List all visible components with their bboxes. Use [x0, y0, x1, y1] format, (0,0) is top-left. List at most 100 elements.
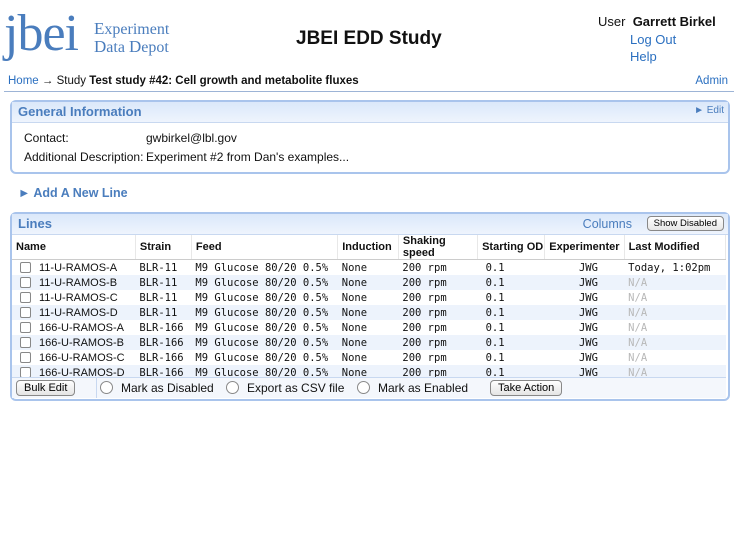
column-header-starting-od[interactable]: Starting OD	[477, 235, 546, 260]
cell-starting-od: 0.1	[477, 305, 545, 320]
cell-shaking-speed: 200 rpm	[398, 275, 478, 290]
cell-feed: M9 Glucose 80/20 0.5%	[191, 305, 338, 320]
cell-name: 166-U-RAMOS-C	[12, 350, 135, 365]
cell-name: 11-U-RAMOS-B	[12, 275, 136, 290]
description-value: Experiment #2 from Dan's examples...	[146, 150, 350, 164]
line-name: 166-U-RAMOS-C	[39, 351, 125, 364]
admin-link[interactable]: Admin	[695, 75, 728, 87]
row-checkbox[interactable]	[20, 322, 31, 334]
cell-last-modified: N/A	[628, 321, 648, 334]
lines-table: Name Strain Feed Induction Shaking speed Star…	[12, 235, 727, 380]
column-header-experimenter[interactable]: Experimenter	[544, 235, 625, 260]
cell-name: 166-U-RAMOS-A	[12, 320, 135, 335]
cell-induction: None	[337, 335, 399, 350]
mark-enabled-option[interactable]: Mark as Enabled	[357, 381, 468, 395]
line-name: 11-U-RAMOS-A	[39, 261, 118, 274]
user-label: User	[598, 14, 626, 29]
mark-disabled-option[interactable]: Mark as Disabled	[100, 381, 214, 395]
column-header-strain[interactable]: Strain	[135, 235, 192, 260]
description-label: Additional Description:	[24, 150, 144, 164]
cell-experimenter: JWG	[578, 261, 598, 274]
cell-experimenter: JWG	[578, 321, 598, 334]
general-information-title: General Information	[18, 104, 142, 119]
contact-label: Contact:	[24, 131, 69, 145]
add-new-line-link[interactable]: ► Add A New Line	[18, 186, 128, 200]
logout-link[interactable]: Log Out	[630, 32, 676, 47]
breadcrumb-home-link[interactable]: Home	[8, 75, 39, 87]
general-information-panel: General Information ► Edit Contact: gwbi…	[10, 100, 730, 174]
jbei-logo[interactable]: jbei	[4, 6, 79, 62]
cell-last-modified: N/A	[628, 351, 648, 364]
general-information-header: General Information ► Edit	[12, 102, 728, 123]
cell-shaking-speed: 200 rpm	[402, 351, 447, 364]
actions-divider	[96, 378, 97, 398]
user-name: Garrett Birkel	[632, 14, 716, 29]
cell-experimenter: JWG	[544, 335, 625, 350]
lines-panel: Lines Columns Show Disabled Name Strain Fe…	[10, 212, 730, 401]
cell-shaking-speed: 200 rpm	[402, 321, 447, 334]
export-csv-option[interactable]: Export as CSV file	[226, 381, 344, 395]
bulk-edit-button[interactable]: Bulk Edit	[16, 380, 76, 396]
cell-strain: BLR-11	[135, 305, 192, 320]
row-checkbox[interactable]	[20, 337, 31, 349]
cell-induction: None	[341, 291, 368, 304]
cell-feed: M9 Glucose 80/20 0.5%	[195, 351, 329, 364]
cell-feed: M9 Glucose 80/20 0.5%	[191, 275, 338, 290]
cell-last-modified: N/A	[624, 275, 726, 290]
table-row: 166-U-RAMOS-C BLR-166 M9 Glucose 80/20 0.5…	[12, 350, 726, 365]
row-checkbox[interactable]	[20, 307, 31, 319]
row-checkbox[interactable]	[20, 292, 31, 304]
row-checkbox[interactable]	[20, 277, 31, 289]
breadcrumb: Home → Study Test study #42: Cell growth…	[4, 71, 734, 92]
breadcrumb-study-name: Test study #42: Cell growth and metaboli…	[89, 75, 359, 87]
cell-induction: None	[341, 351, 368, 364]
cell-starting-od: 0.1	[485, 321, 505, 334]
cell-shaking-speed: 200 rpm	[398, 335, 478, 350]
line-name: 166-U-RAMOS-A	[39, 321, 124, 334]
column-header-feed[interactable]: Feed	[191, 235, 339, 260]
take-action-button[interactable]: Take Action	[490, 380, 563, 396]
column-header-shaking-speed[interactable]: Shaking speed	[398, 235, 479, 260]
cell-experimenter: JWG	[544, 275, 625, 290]
column-header-last-modified[interactable]: Last Modified	[624, 235, 727, 260]
help-link[interactable]: Help	[630, 49, 657, 64]
cell-feed: M9 Glucose 80/20 0.5%	[195, 261, 329, 274]
column-header-induction[interactable]: Induction	[337, 235, 399, 260]
mark-disabled-radio[interactable]	[100, 381, 113, 394]
show-disabled-button[interactable]: Show Disabled	[646, 216, 724, 231]
edit-study-link[interactable]: ► Edit	[694, 105, 724, 116]
cell-last-modified: N/A	[628, 291, 648, 304]
table-row: 11-U-RAMOS-C BLR-11 M9 Glucose 80/20 0.5% N…	[12, 290, 726, 305]
mark-enabled-radio[interactable]	[357, 381, 370, 394]
cell-name: 11-U-RAMOS-C	[12, 290, 135, 305]
cell-shaking-speed: 200 rpm	[402, 291, 447, 304]
line-name: 11-U-RAMOS-C	[39, 291, 118, 304]
cell-strain: BLR-166	[139, 351, 184, 364]
breadcrumb-study-label: Study	[56, 75, 87, 87]
cell-starting-od: 0.1	[485, 291, 505, 304]
cell-last-modified: N/A	[624, 305, 726, 320]
cell-shaking-speed: 200 rpm	[398, 305, 478, 320]
columns-link[interactable]: Columns	[583, 217, 632, 231]
cell-strain: BLR-11	[135, 275, 192, 290]
column-header-name[interactable]: Name	[12, 235, 136, 260]
table-row: 11-U-RAMOS-B BLR-11 M9 Glucose 80/20 0.5% N…	[12, 275, 726, 290]
logo-subtitle: Experiment Data Depot	[94, 19, 170, 56]
cell-strain: BLR-11	[139, 261, 178, 274]
table-row: 11-U-RAMOS-D BLR-11 M9 Glucose 80/20 0.5% N…	[12, 305, 726, 320]
cell-feed: M9 Glucose 80/20 0.5%	[191, 335, 338, 350]
line-name: 166-U-RAMOS-B	[39, 336, 124, 349]
lines-header: Lines Columns Show Disabled	[12, 214, 728, 235]
cell-experimenter: JWG	[578, 351, 598, 364]
cell-induction: None	[341, 261, 368, 274]
cell-last-modified: N/A	[624, 335, 726, 350]
cell-induction: None	[337, 305, 399, 320]
export-csv-radio[interactable]	[226, 381, 239, 394]
row-checkbox[interactable]	[20, 262, 31, 274]
cell-strain: BLR-166	[139, 321, 184, 334]
table-row: 166-U-RAMOS-A BLR-166 M9 Glucose 80/20 0.5…	[12, 320, 726, 335]
cell-feed: M9 Glucose 80/20 0.5%	[195, 291, 329, 304]
row-checkbox[interactable]	[20, 352, 31, 364]
table-header-row: Name Strain Feed Induction Shaking speed Star…	[12, 235, 727, 260]
cell-starting-od: 0.1	[485, 351, 505, 364]
